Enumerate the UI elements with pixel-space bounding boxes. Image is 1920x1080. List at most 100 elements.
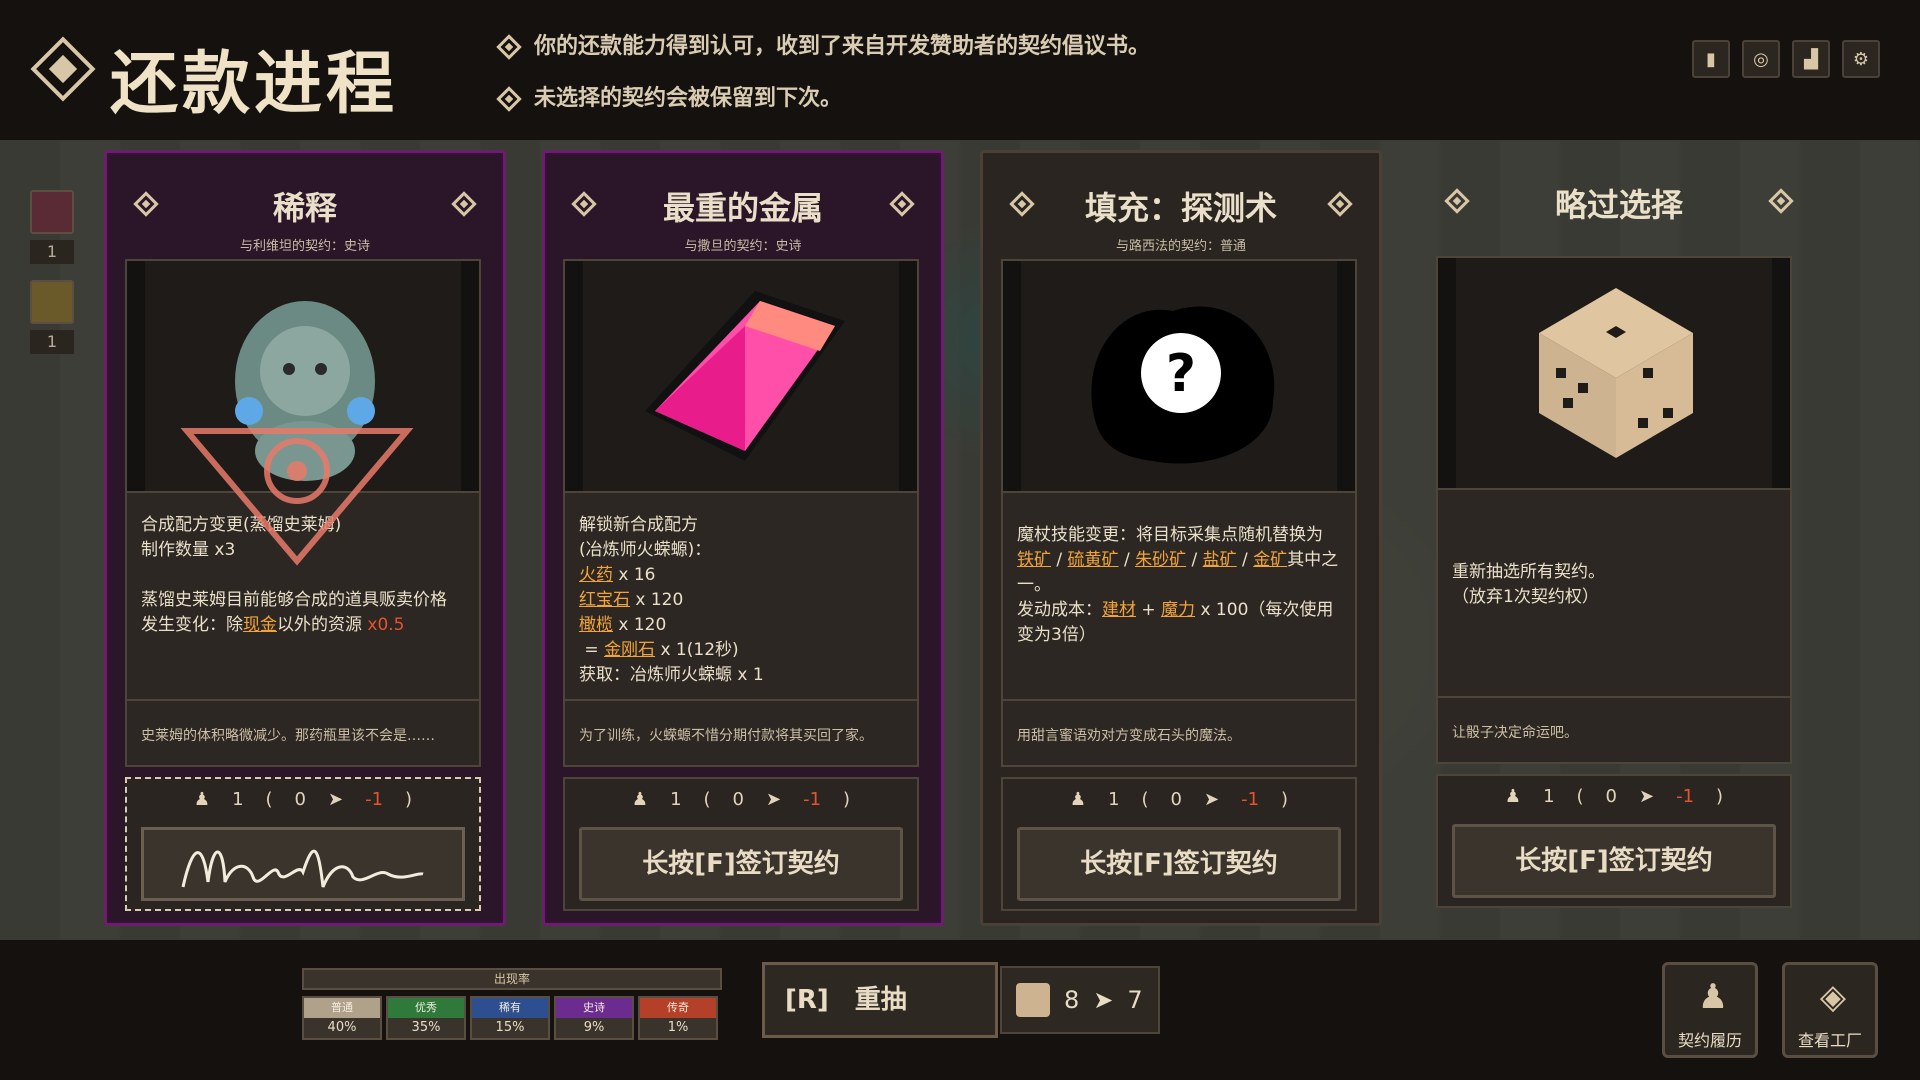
stats-chart-icon[interactable]: ▟ bbox=[1792, 40, 1830, 78]
diamond-bullet-icon bbox=[496, 34, 522, 60]
slot-count: 1 bbox=[30, 330, 74, 354]
paren: ) bbox=[1716, 786, 1724, 807]
back-arrow-icon: ◈ bbox=[1819, 977, 1847, 1017]
reroll-button[interactable]: [R] 重抽 bbox=[762, 962, 998, 1038]
rate-value: 35% bbox=[388, 1018, 464, 1038]
contract-cost: ♟ 1 ( 0 ➤ -1 ) bbox=[565, 789, 917, 810]
ingredient-row: 火药 x 16 bbox=[579, 563, 909, 588]
paren: ) bbox=[843, 789, 851, 810]
card-header: 填充：探测术 与路西法的契约：普通 bbox=[983, 165, 1379, 254]
cost-after: -1 bbox=[803, 789, 822, 810]
flavor-text: 为了训练，火蝾螈不惜分期付款将其买回了家。 bbox=[565, 699, 917, 767]
target-icon[interactable]: ◎ bbox=[1742, 40, 1780, 78]
card-panel: ? 魔杖技能变更：将目标采集点随机替换为 铁矿 / 硫黄矿 / 朱砂矿 / 盐矿… bbox=[1001, 259, 1357, 767]
item-qty: x 120 bbox=[618, 615, 667, 635]
reroll-after: 7 bbox=[1127, 986, 1143, 1014]
rate-label: 史诗 bbox=[556, 998, 632, 1018]
contract-card-skip[interactable]: 略过选择 重新抽选所有契约。 （放弃1次契约权） 让骰子决定命运吧。 ♟ 1 (… bbox=[1418, 150, 1820, 926]
card-panel: 解锁新合成配方 (冶炼师火蝾螈)： 火药 x 16 红宝石 x 120 橄榄 x… bbox=[563, 259, 919, 767]
stamp-icon: ♟ bbox=[1697, 977, 1729, 1017]
notice-text: 未选择的契约会被保留到下次。 bbox=[534, 86, 843, 111]
ore-link[interactable]: 铁矿 bbox=[1017, 550, 1051, 570]
reroll-current: 8 bbox=[1064, 986, 1080, 1014]
meat-icon[interactable] bbox=[30, 190, 74, 234]
ore-link[interactable]: 金矿 bbox=[1253, 550, 1287, 570]
stamp-icon: ♟ bbox=[1069, 789, 1087, 810]
button-label: 契约履历 bbox=[1677, 1031, 1742, 1050]
top-icon-bar: ▮ ◎ ▟ ⚙ bbox=[1692, 40, 1880, 78]
item-link[interactable]: 金刚石 bbox=[604, 640, 655, 660]
cost-value: 1 bbox=[670, 789, 682, 810]
mystery-rock-icon: ? bbox=[1003, 261, 1355, 493]
sign-area: ♟ 1 ( 0 ➤ -1 ) 长按[F]签订契约 bbox=[1001, 777, 1357, 911]
multiplier-value: x0.5 bbox=[367, 615, 405, 635]
card-header: 最重的金属 与撒旦的契约：史诗 bbox=[545, 165, 941, 254]
item-link[interactable]: 橄榄 bbox=[579, 615, 613, 635]
ruby-ingot-icon bbox=[565, 261, 917, 493]
rate-label: 稀有 bbox=[472, 998, 548, 1018]
cost-current: 0 bbox=[1605, 786, 1617, 807]
contract-card-probe[interactable]: 填充：探测术 与路西法的契约：普通 ? 魔杖技能变更：将目标采集点随机替换为 铁… bbox=[980, 150, 1382, 926]
card-panel: 合成配方变更(蒸馏史莱姆) 制作数量 x3 蒸馏史莱姆目前能够合成的道具贩卖价格… bbox=[125, 259, 481, 767]
stamp-icon: ♟ bbox=[631, 789, 649, 810]
flavor-text: 让骰子决定命运吧。 bbox=[1438, 696, 1790, 764]
diamond-bullet-icon bbox=[496, 86, 522, 112]
slot-count: 1 bbox=[30, 240, 74, 264]
card-description: 重新抽选所有契约。 （放弃1次契约权） bbox=[1452, 560, 1782, 610]
reroll-count: 8 ➤ 7 bbox=[1000, 966, 1160, 1034]
button-label: 查看工厂 bbox=[1797, 1031, 1862, 1050]
beehive-icon[interactable] bbox=[30, 280, 74, 324]
plus-sign: + bbox=[1141, 600, 1156, 620]
paren: ( bbox=[265, 789, 273, 810]
paren: ) bbox=[405, 789, 413, 810]
arrow-icon: ➤ bbox=[1204, 789, 1220, 810]
help-book-icon[interactable]: ▮ bbox=[1692, 40, 1730, 78]
contract-history-button[interactable]: ♟ 契约履历 bbox=[1662, 962, 1758, 1058]
item-link[interactable]: 火药 bbox=[579, 565, 613, 585]
notice-line-1: 你的还款能力得到认可，收到了来自开发赞助者的契约倡议书。 bbox=[496, 28, 1150, 60]
rate-value: 15% bbox=[472, 1018, 548, 1038]
sign-contract-button[interactable]: 长按[F]签订契约 bbox=[1452, 824, 1776, 898]
rate-value: 1% bbox=[640, 1018, 716, 1038]
item-link[interactable]: 红宝石 bbox=[579, 590, 630, 610]
rate-epic: 史诗 9% bbox=[554, 996, 634, 1040]
rate-good: 优秀 35% bbox=[386, 996, 466, 1040]
cost-after: -1 bbox=[1241, 789, 1260, 810]
cost-current: 0 bbox=[1170, 789, 1182, 810]
signature-box[interactable] bbox=[141, 827, 465, 901]
card-title: 填充：探测术 bbox=[1084, 189, 1277, 227]
sign-area: ♟ 1 ( 0 ➤ -1 ) 长按[F]签订契约 bbox=[1436, 774, 1792, 908]
cost-value: 1 bbox=[232, 789, 244, 810]
gear-icon[interactable]: ⚙ bbox=[1842, 40, 1880, 78]
desc-text: 发动成本： bbox=[1017, 600, 1102, 620]
ore-link[interactable]: 朱砂矿 bbox=[1135, 550, 1186, 570]
contract-cost: ♟ 1 ( 0 ➤ -1 ) bbox=[127, 789, 479, 810]
game-screen: { "header": { "title": "还款进程", "notices"… bbox=[0, 0, 1920, 1080]
page-title: 还款进程 bbox=[110, 45, 399, 124]
dice-icon bbox=[1438, 258, 1790, 490]
sign-contract-button[interactable]: 长按[F]签订契约 bbox=[1017, 827, 1341, 901]
ore-link[interactable]: 盐矿 bbox=[1203, 550, 1237, 570]
view-factory-button[interactable]: ◈ 查看工厂 bbox=[1782, 962, 1878, 1058]
rate-rare: 稀有 15% bbox=[470, 996, 550, 1040]
resource-link[interactable]: 魔力 bbox=[1161, 600, 1195, 620]
item-qty: x 16 bbox=[618, 565, 656, 585]
cash-link[interactable]: 现金 bbox=[243, 615, 277, 635]
contract-card-dilute[interactable]: 稀释 与利维坦的契约：史诗 合成配方变更(蒸馏史莱姆) 制作数量 x3 蒸馏史莱… bbox=[104, 150, 506, 926]
card-description: 魔杖技能变更：将目标采集点随机替换为 铁矿 / 硫黄矿 / 朱砂矿 / 盐矿 /… bbox=[1017, 523, 1347, 648]
ore-link[interactable]: 硫黄矿 bbox=[1068, 550, 1119, 570]
rate-common: 普通 40% bbox=[302, 996, 382, 1040]
card-subtitle: 与利维坦的契约：史诗 bbox=[239, 239, 370, 254]
appearance-rate-panel: 出现率 普通 40% 优秀 35% 稀有 15% 史诗 9% 传奇 1% bbox=[302, 968, 722, 1040]
desc-line: 蒸馏史莱姆目前能够合成的道具贩卖价格 bbox=[141, 590, 447, 610]
contract-seal-stamp bbox=[180, 428, 414, 566]
contract-card-heaviest-metal[interactable]: 最重的金属 与撒旦的契约：史诗 解锁新合成配方 (冶炼师火蝾螈)： 火药 x 1… bbox=[542, 150, 944, 926]
resource-link[interactable]: 建材 bbox=[1102, 600, 1136, 620]
contract-cost: ♟ 1 ( 0 ➤ -1 ) bbox=[1438, 786, 1790, 807]
paren: ( bbox=[703, 789, 711, 810]
notice-line-2: 未选择的契约会被保留到下次。 bbox=[496, 80, 843, 112]
arrow-icon: ➤ bbox=[328, 789, 344, 810]
sign-contract-button[interactable]: 长按[F]签订契约 bbox=[579, 827, 903, 901]
card-subtitle: 与撒旦的契约：史诗 bbox=[684, 239, 802, 254]
item-qty: x 120 bbox=[635, 590, 684, 610]
